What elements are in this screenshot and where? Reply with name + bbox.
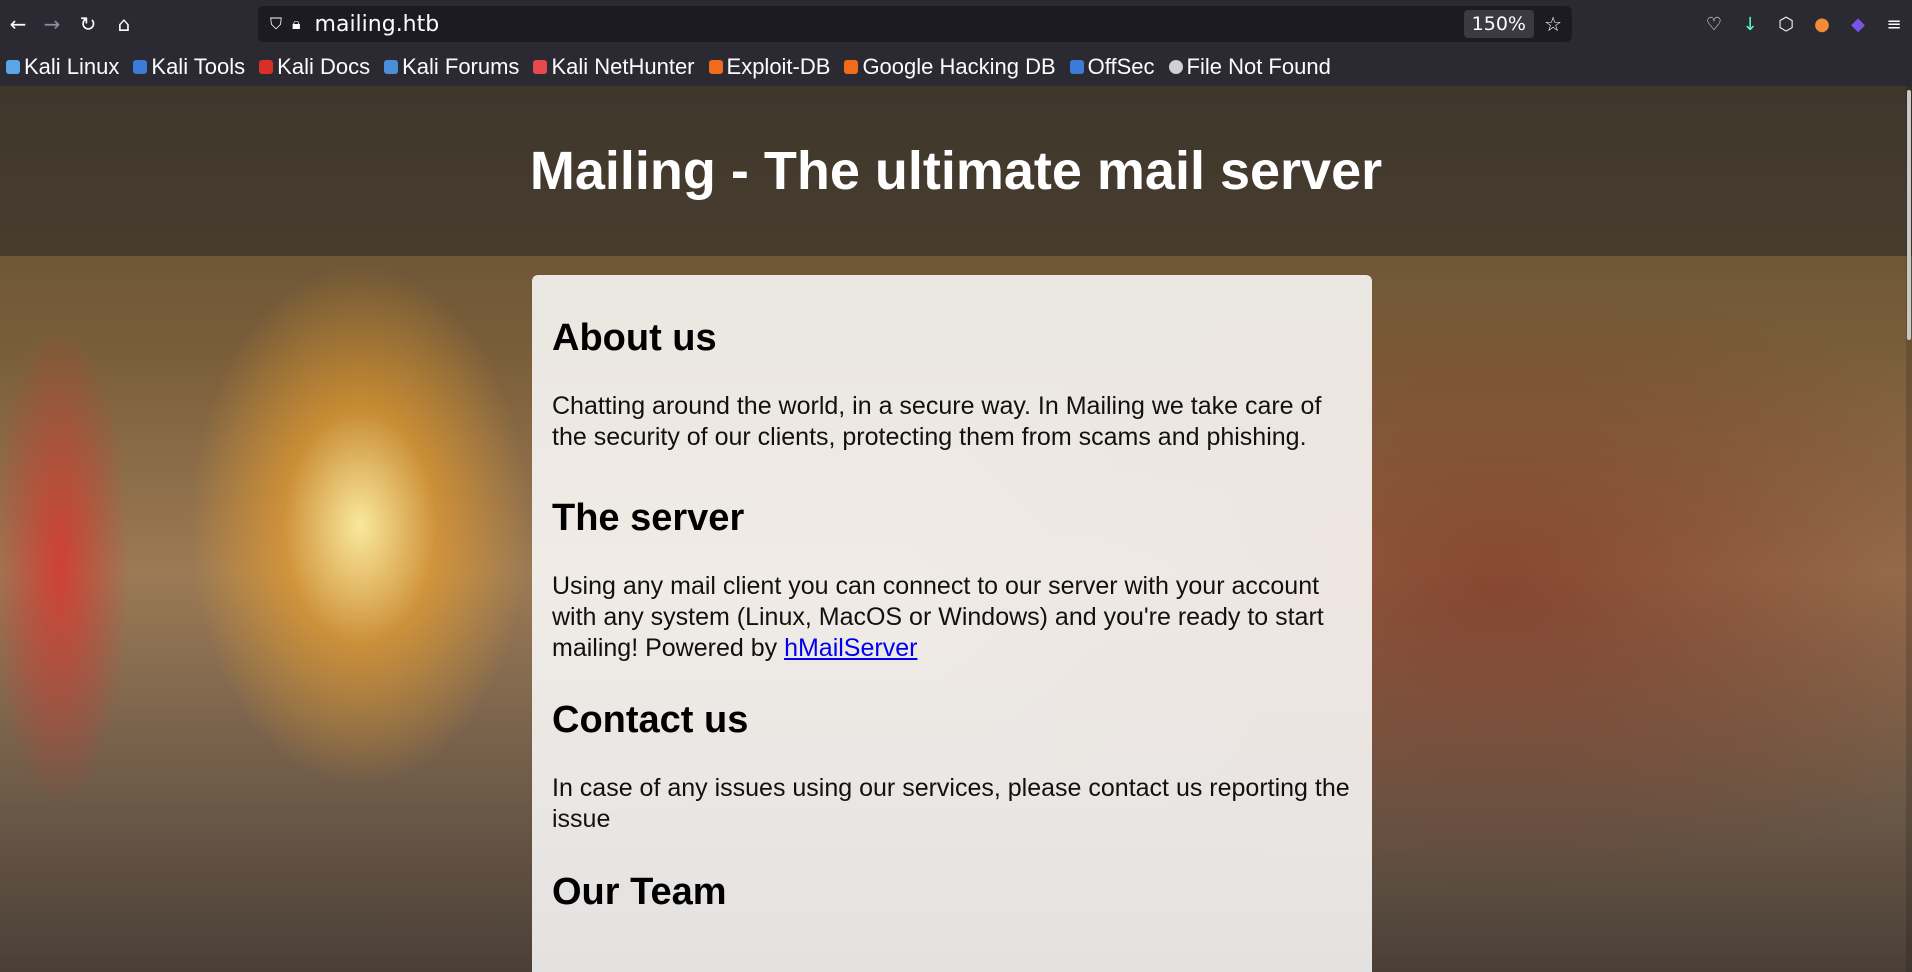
kali-tools-icon bbox=[133, 60, 148, 74]
page-viewport: Mailing - The ultimate mail server About… bbox=[0, 86, 1912, 972]
bookmark-offsec[interactable]: OffSec bbox=[1064, 54, 1155, 80]
bookmark-label: Kali Forums bbox=[402, 54, 520, 79]
shield-icon[interactable]: ⛉ bbox=[270, 14, 282, 34]
kali-forums-icon bbox=[384, 60, 399, 74]
downloads-icon[interactable]: ↓ bbox=[1732, 14, 1768, 35]
bookmark-label: Google Hacking DB bbox=[862, 54, 1056, 79]
bookmark-label: Kali NetHunter bbox=[551, 54, 695, 79]
reload-icon[interactable]: ↻ bbox=[70, 6, 106, 42]
team-heading: Our Team bbox=[552, 871, 727, 913]
about-text: Chatting around the world, in a secure w… bbox=[552, 392, 1322, 451]
bookmark-google-hacking-db[interactable]: Google Hacking DB bbox=[838, 54, 1056, 80]
hmailserver-link[interactable]: hMailServer bbox=[784, 634, 917, 662]
offsec-icon bbox=[1069, 60, 1084, 74]
hero-banner: Mailing - The ultimate mail server bbox=[0, 86, 1912, 256]
bookmark-kali-forums[interactable]: Kali Forums bbox=[378, 54, 519, 80]
about-heading: About us bbox=[552, 317, 717, 359]
fox-extension-icon[interactable]: ● bbox=[1804, 14, 1840, 35]
nethunter-icon bbox=[533, 60, 548, 74]
exploit-db-icon bbox=[708, 60, 723, 74]
bookmark-label: File Not Found bbox=[1186, 54, 1331, 79]
bookmark-star-icon[interactable]: ☆ bbox=[1544, 12, 1562, 36]
contact-heading: Contact us bbox=[552, 699, 749, 741]
browser-toolbar: ← → ↻ ⌂ ⛉ 🔒︎ mailing.htb 150% ☆ ♡ ↓ ⬡ ● … bbox=[0, 0, 1912, 48]
bookmark-label: Kali Tools bbox=[151, 54, 246, 79]
bookmark-kali-linux[interactable]: Kali Linux bbox=[0, 54, 119, 80]
menu-icon[interactable]: ≡ bbox=[1876, 14, 1912, 35]
bookmark-file-not-found[interactable]: File Not Found bbox=[1163, 54, 1331, 80]
bookmark-exploit-db[interactable]: Exploit-DB bbox=[703, 54, 831, 80]
back-arrow-icon[interactable]: ← bbox=[0, 6, 36, 42]
extensions-icon[interactable]: ⬡ bbox=[1768, 14, 1804, 35]
kali-docs-icon bbox=[259, 60, 274, 74]
contact-text: In case of any issues using our services… bbox=[552, 774, 1350, 833]
bookmark-kali-docs[interactable]: Kali Docs bbox=[253, 54, 370, 80]
server-text: Using any mail client you can connect to… bbox=[552, 571, 1352, 664]
bookmarks-toolbar: Kali Linux Kali Tools Kali Docs Kali For… bbox=[0, 48, 1912, 87]
scrollbar-thumb[interactable] bbox=[1907, 90, 1911, 340]
bookmark-label: Exploit-DB bbox=[726, 54, 831, 79]
bookmark-label: Kali Linux bbox=[24, 54, 120, 79]
bookmark-label: OffSec bbox=[1087, 54, 1155, 79]
server-heading: The server bbox=[552, 497, 745, 539]
zoom-level-badge[interactable]: 150% bbox=[1463, 10, 1534, 38]
ghdb-icon bbox=[844, 60, 859, 74]
page-title: Mailing - The ultimate mail server bbox=[529, 141, 1383, 201]
kali-dragon-icon bbox=[6, 60, 20, 74]
forward-arrow-icon[interactable]: → bbox=[34, 6, 70, 42]
bookmark-label: Kali Docs bbox=[277, 54, 371, 79]
bookmark-kali-tools[interactable]: Kali Tools bbox=[127, 54, 245, 80]
globe-icon bbox=[1168, 60, 1183, 74]
pocket-icon[interactable]: ♡ bbox=[1696, 14, 1732, 35]
home-icon[interactable]: ⌂ bbox=[106, 6, 142, 42]
server-text-body: Using any mail client you can connect to… bbox=[552, 572, 1324, 662]
lock-icon[interactable]: 🔒︎ bbox=[292, 14, 301, 34]
bookmark-kali-nethunter[interactable]: Kali NetHunter bbox=[527, 54, 695, 80]
url-text[interactable]: mailing.htb bbox=[315, 12, 440, 37]
page-scrollbar[interactable] bbox=[1906, 86, 1912, 972]
content-card: About us Chatting around the world, in a… bbox=[532, 275, 1372, 972]
extension-badge-icon[interactable]: ◆ bbox=[1840, 14, 1876, 35]
address-bar[interactable]: ⛉ 🔒︎ mailing.htb 150% ☆ bbox=[258, 6, 1572, 42]
